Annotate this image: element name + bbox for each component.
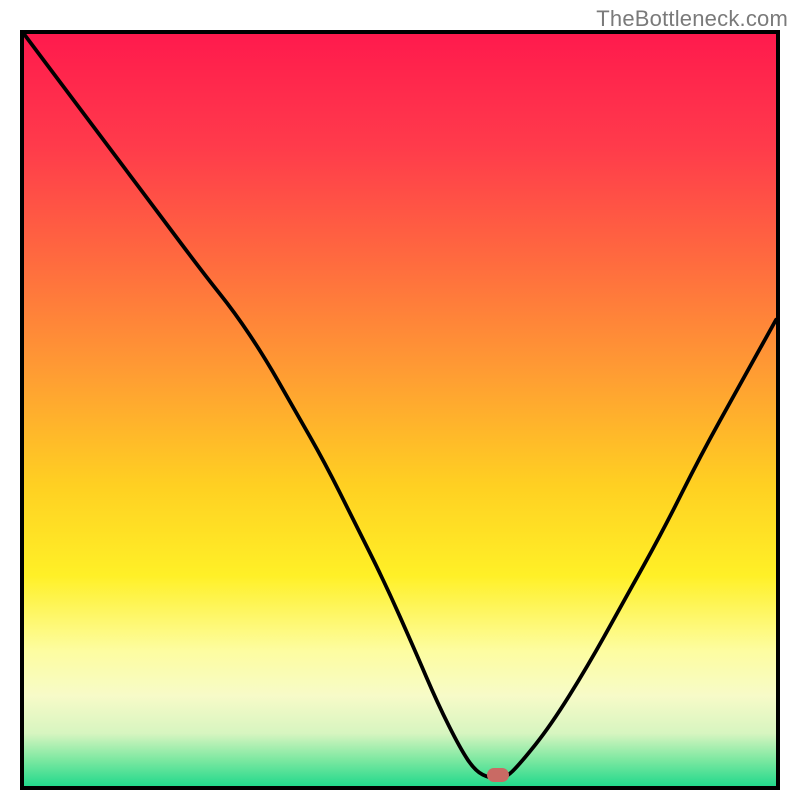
chart-frame: TheBottleneck.com (0, 0, 800, 800)
optimal-point-marker (487, 768, 509, 782)
bottleneck-curve (24, 34, 776, 786)
watermark-text: TheBottleneck.com (596, 6, 788, 32)
plot-area (20, 30, 780, 790)
